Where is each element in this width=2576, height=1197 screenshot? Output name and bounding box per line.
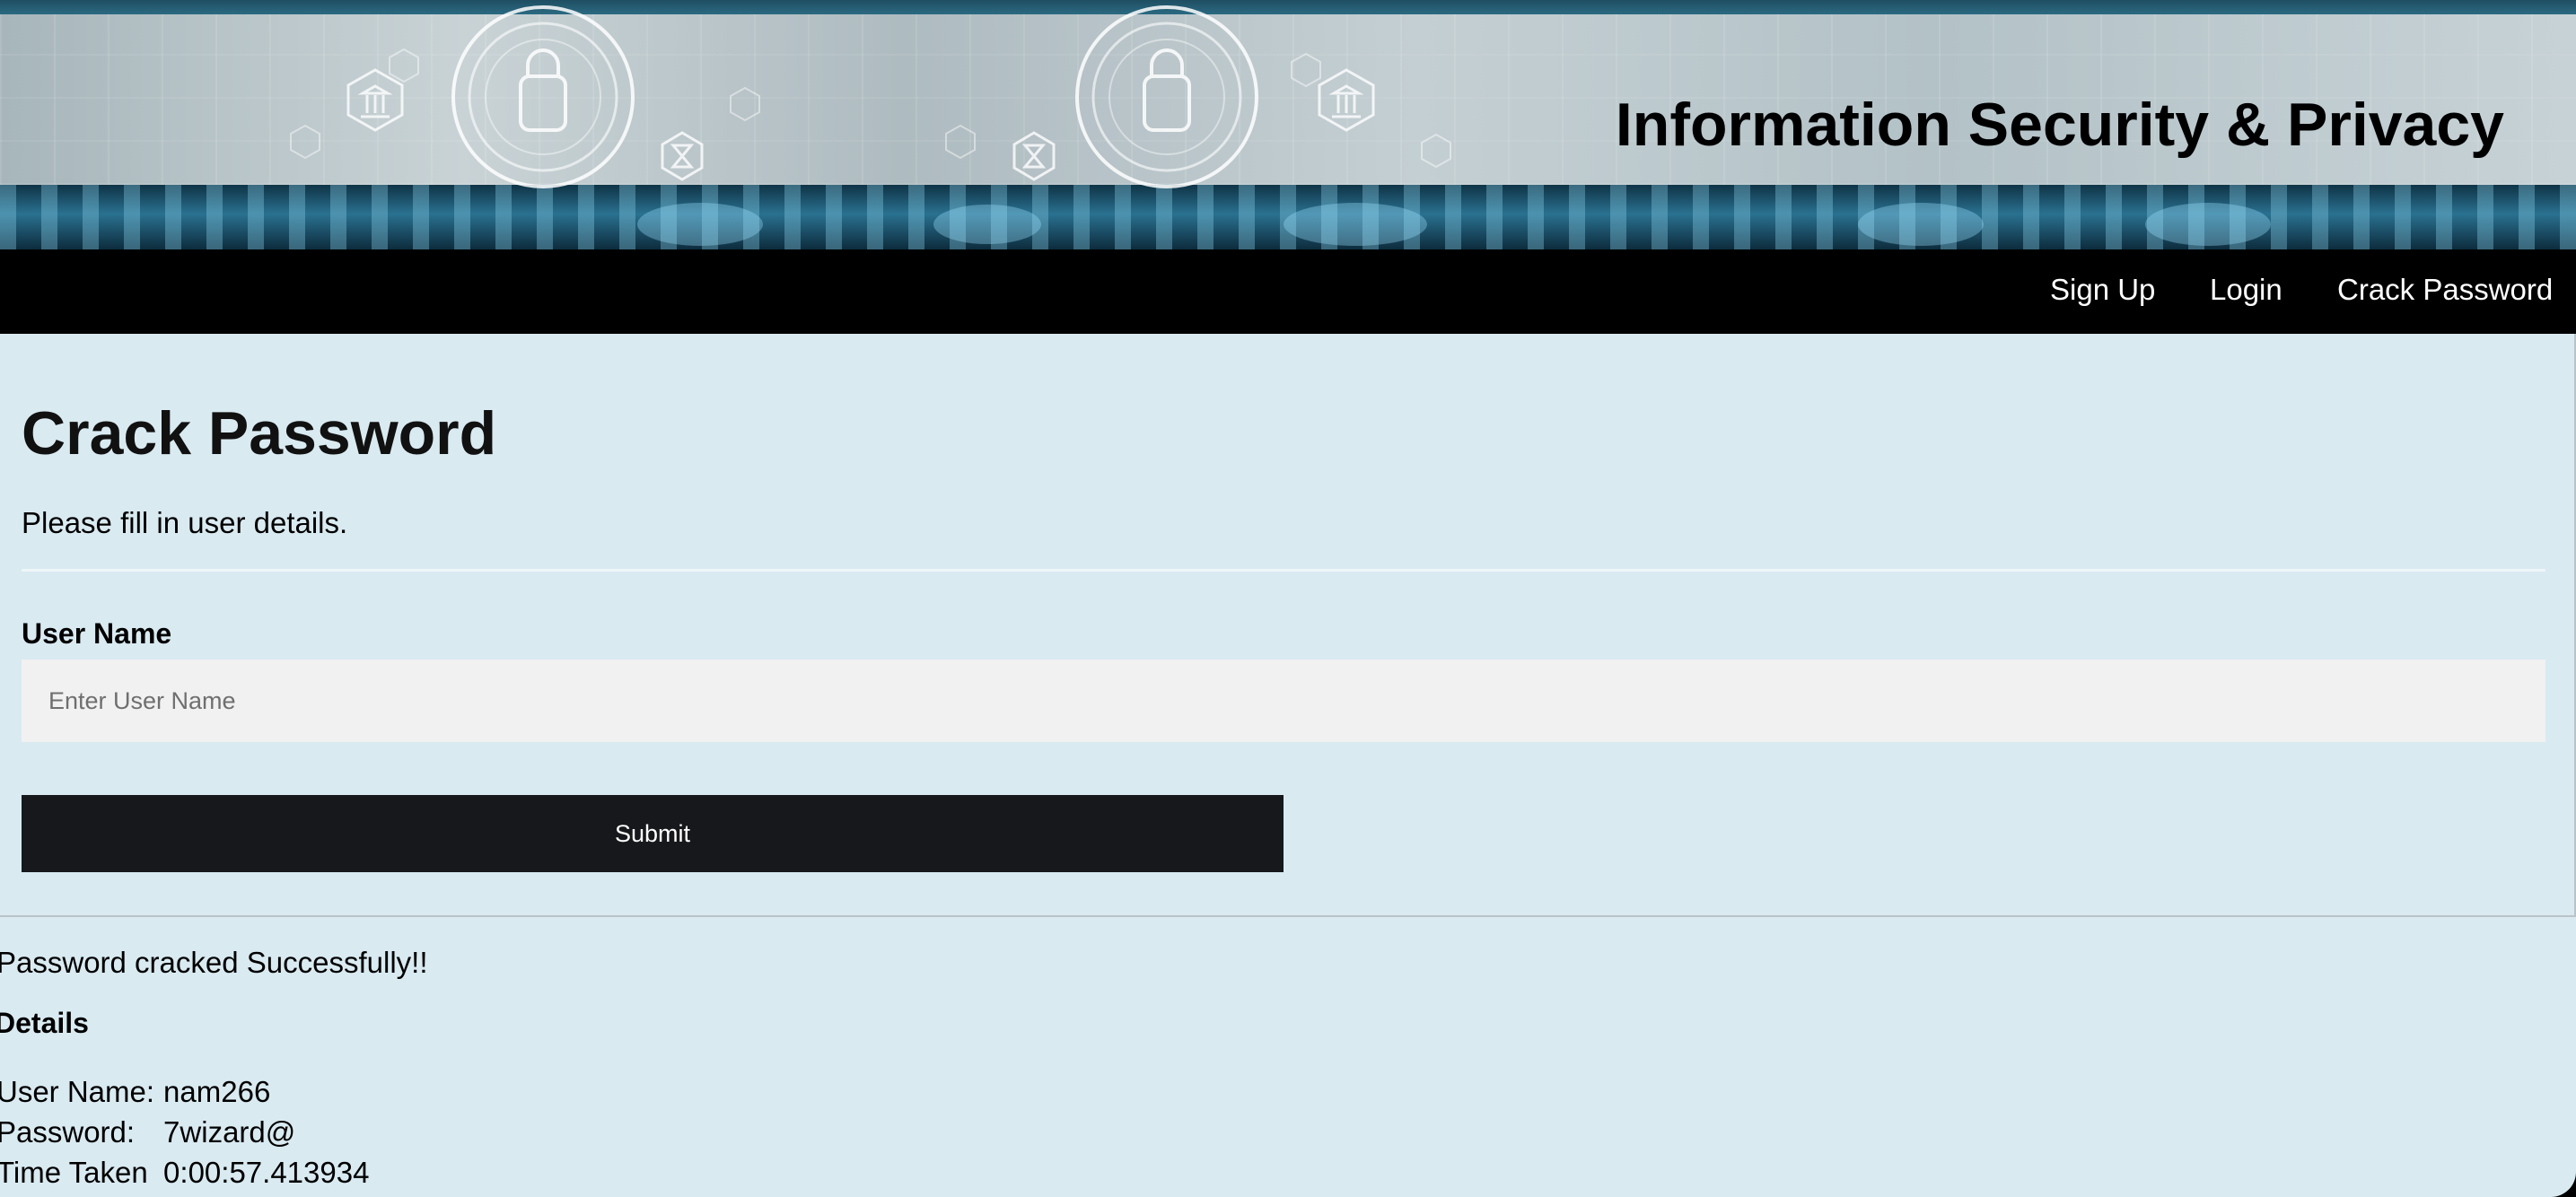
details-heading: Details: [0, 1007, 89, 1039]
username-label: User Name: [22, 617, 172, 650]
header-banner: Information Security & Privacy: [0, 0, 2576, 249]
form-instructions: Please fill in user details.: [22, 506, 348, 539]
browser-page: Information Security & Privacy Sign Up L…: [0, 0, 2576, 1197]
detail-key: User Name:: [0, 1074, 155, 1108]
success-message: Password cracked Successfully!!: [0, 946, 428, 979]
site-title: Information Security & Privacy: [1615, 91, 2504, 159]
hexagon-pattern: [290, 48, 1451, 169]
fingerprint-lock-icon: [1075, 5, 1258, 188]
detail-row-password: Password: 7wizard@: [0, 1112, 378, 1152]
detail-value: 0:00:57.413934: [163, 1155, 370, 1189]
bank-icon: [346, 68, 404, 132]
submit-button[interactable]: Submit: [22, 795, 1284, 872]
divider: [22, 569, 2545, 572]
detail-row-time: Time Taken 0:00:57.413934: [0, 1152, 378, 1193]
detail-key: Password:: [0, 1114, 136, 1149]
detail-key: Time Taken: [0, 1155, 148, 1189]
crack-password-form: Crack Password Please fill in user detai…: [0, 334, 2576, 917]
nav-login-link[interactable]: Login: [2210, 273, 2282, 307]
details-table: User Name: nam266 Password: 7wizard@ Tim…: [0, 1071, 378, 1193]
hourglass-icon: [1012, 131, 1056, 181]
hourglass-icon: [661, 131, 704, 181]
fingerprint-lock-icon: [451, 5, 635, 188]
nav-crack-password-link[interactable]: Crack Password: [2337, 273, 2553, 307]
page-title: Crack Password: [22, 399, 497, 467]
username-input[interactable]: [22, 660, 2545, 742]
circuit-glow: [637, 203, 2271, 246]
nav-sign-up-link[interactable]: Sign Up: [2050, 273, 2155, 307]
bank-icon: [1318, 68, 1375, 132]
detail-value: 7wizard@: [163, 1114, 296, 1149]
navbar: Sign Up Login Crack Password: [0, 249, 2576, 334]
detail-row-username: User Name: nam266: [0, 1071, 378, 1112]
result-section: Password cracked Successfully!! Details …: [0, 917, 2576, 1197]
detail-value: nam266: [163, 1074, 271, 1108]
